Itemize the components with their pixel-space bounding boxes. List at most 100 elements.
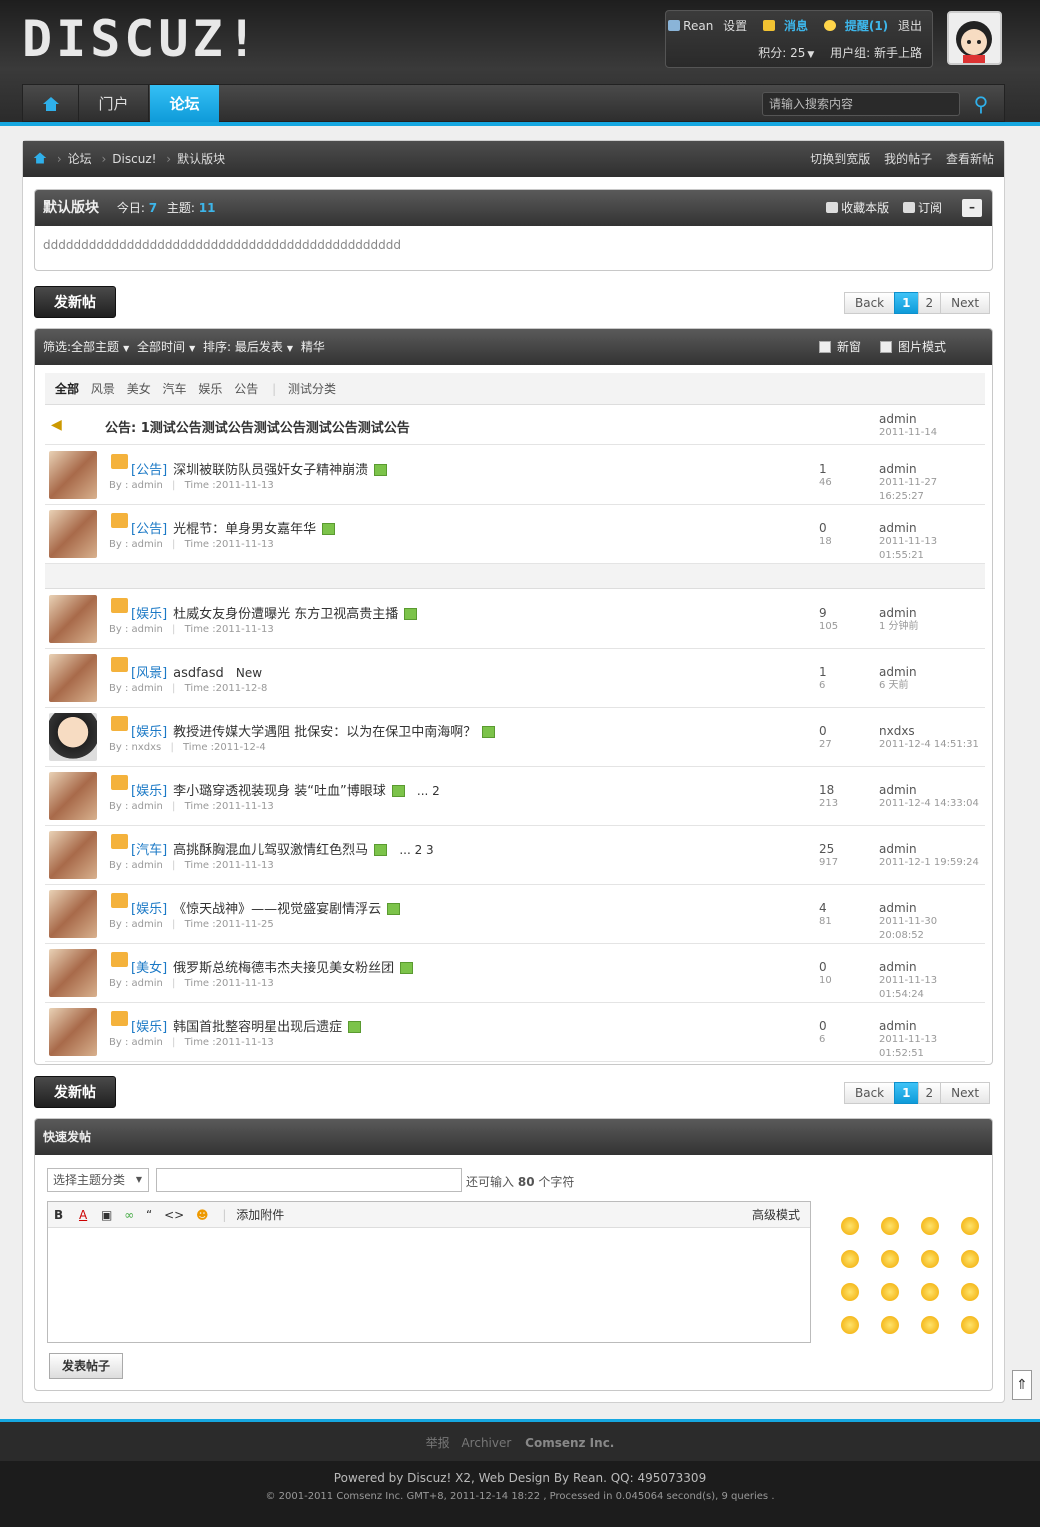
submit-post-button[interactable]: 发表帖子 [49,1353,123,1379]
avatar[interactable] [49,890,97,938]
table-row[interactable]: [公告] 光棍节：单身男女嘉年华 By : admin | Time :2011-… [45,505,985,564]
thread-author[interactable]: admin [132,860,163,871]
image-icon[interactable]: ▣ [101,1208,112,1222]
thread-category[interactable]: [美女] [131,961,167,976]
table-row[interactable]: [娱乐] 韩国首批整容明星出现后遗症 By : admin | Time :201… [45,1003,985,1062]
image-mode-checkbox[interactable] [880,341,892,353]
new-post-button[interactable]: 发新帖 [34,286,116,318]
filter-all[interactable]: 全部主题 [71,340,119,354]
home-icon[interactable] [33,151,47,165]
emoticon-icon[interactable] [841,1283,859,1301]
logout-link[interactable]: 退出 [898,19,922,33]
search-button[interactable]: ⚲ [969,91,993,117]
table-row[interactable]: [娱乐] 李小璐穿透视装现身 装“吐血”博眼球 ... 2 By : admin |… [45,767,985,826]
thread-extra[interactable]: ... 2 [417,784,440,798]
page-next[interactable]: Next [940,292,991,314]
emoticon-icon[interactable] [921,1250,939,1268]
nav-forum[interactable]: 论坛 [150,85,219,123]
thread-author[interactable]: admin [132,683,163,694]
thread-title[interactable]: 俄罗斯总统梅德韦杰夫接见美女粉丝团 [173,961,394,976]
code-icon[interactable]: <> [164,1208,184,1222]
message-textarea[interactable] [48,1228,810,1342]
tab-notice[interactable]: 公告 [234,382,258,396]
collapse-button[interactable]: – [962,199,982,217]
announcement-row[interactable]: ◀ 公告: 1测试公告测试公告测试公告测试公告测试公告 admin 2011-11… [45,406,985,445]
emoticon-icon[interactable] [961,1316,979,1334]
avatar[interactable] [49,772,97,820]
table-row[interactable]: [娱乐] 教授进传媒大学遇阻 批保安：以为在保卫中南海啊？ By : nxdxs … [45,708,985,767]
settings-link[interactable]: 设置 [723,19,747,33]
link-icon[interactable]: ∞ [124,1208,134,1222]
new-posts-link[interactable]: 查看新帖 [946,152,994,166]
subscribe-link[interactable]: 订阅 [918,201,942,215]
avatar[interactable] [49,713,97,761]
avatar[interactable] [49,949,97,997]
thread-category[interactable]: [风景] [131,666,167,681]
thread-author[interactable]: admin [132,624,163,635]
thread-category[interactable]: [娱乐] [131,1020,167,1035]
page-back[interactable]: Back [844,292,896,314]
thread-author[interactable]: admin [132,801,163,812]
emoticon-icon[interactable] [961,1250,979,1268]
last-poster[interactable]: admin [879,901,917,915]
filter-sort[interactable]: 排序: 最后发表 [203,340,283,354]
advanced-mode-link[interactable]: 高级模式 [752,1202,800,1228]
last-poster[interactable]: admin [879,606,917,620]
alerts-link[interactable]: 提醒(1) [845,19,888,33]
tab-entertainment[interactable]: 娱乐 [198,382,222,396]
thread-extra[interactable]: New [236,666,262,680]
table-row[interactable]: [娱乐] 《惊天战神》——视觉盛宴剧情浮云 By : admin | Time :… [45,885,985,944]
thread-title[interactable]: 高挑酥胸混血儿驾驭激情红色烈马 [173,843,368,858]
quote-icon[interactable]: “ [146,1208,152,1222]
page-1[interactable]: 1 [894,1082,919,1104]
archiver-link[interactable]: Archiver [461,1436,511,1450]
page-back[interactable]: Back [844,1082,896,1104]
emoticon-icon[interactable] [881,1283,899,1301]
thread-category[interactable]: [娱乐] [131,607,167,622]
messages-link[interactable]: 消息 [784,19,808,33]
thread-title[interactable]: 教授进传媒大学遇阻 批保安：以为在保卫中南海啊？ [173,725,476,740]
page-2[interactable]: 2 [917,292,942,314]
tab-beauty[interactable]: 美女 [127,382,151,396]
avatar[interactable] [49,451,97,499]
subject-input[interactable] [156,1168,462,1192]
filter-time[interactable]: 全部时间 [137,340,185,354]
last-poster[interactable]: admin [879,842,917,856]
last-poster[interactable]: admin [879,1019,917,1033]
thread-category[interactable]: [公告] [131,463,167,478]
thread-category[interactable]: [汽车] [131,843,167,858]
attach-link[interactable]: 添加附件 [236,1208,284,1222]
thread-author[interactable]: nxdxs [132,742,162,753]
emoticon-icon[interactable] [881,1217,899,1235]
last-poster[interactable]: admin [879,462,917,476]
thread-title[interactable]: 李小璐穿透视装现身 装“吐血”博眼球 [173,784,386,799]
thread-category[interactable]: [娱乐] [131,784,167,799]
emoticon-icon[interactable] [921,1283,939,1301]
tab-all[interactable]: 全部 [55,382,79,396]
tab-car[interactable]: 汽车 [163,382,187,396]
avatar[interactable] [49,595,97,643]
smiley-icon[interactable]: ☻ [196,1208,209,1222]
thread-author[interactable]: admin [132,539,163,550]
thread-title[interactable]: 杜威女友身份遭曝光 东方卫视高贵主播 [173,607,398,622]
nav-portal[interactable]: 门户 [79,85,149,123]
thread-title[interactable]: asdfasd [173,666,224,681]
last-poster[interactable]: admin [879,960,917,974]
avatar[interactable] [49,1008,97,1056]
thread-category[interactable]: [娱乐] [131,902,167,917]
thread-title[interactable]: 韩国首批整容明星出现后遗症 [173,1020,342,1035]
thread-extra[interactable]: ... 2 3 [399,843,433,857]
tab-test[interactable]: 测试分类 [288,382,336,396]
tab-scenery[interactable]: 风景 [91,382,115,396]
breadcrumb-forum[interactable]: 论坛 [68,152,92,166]
filter-digest[interactable]: 精华 [301,340,325,354]
report-link[interactable]: 举报 [426,1436,450,1450]
table-row[interactable]: [风景] asdfasd New By : admin | Time :2011-1… [45,649,985,708]
avatar[interactable] [49,831,97,879]
page-1[interactable]: 1 [894,292,919,314]
announcement-title[interactable]: 1测试公告测试公告测试公告测试公告测试公告 [141,421,410,436]
new-post-button-bottom[interactable]: 发新帖 [34,1076,116,1108]
switch-wide-link[interactable]: 切换到宽版 [810,152,870,166]
emoticon-icon[interactable] [921,1217,939,1235]
last-poster[interactable]: admin [879,521,917,535]
